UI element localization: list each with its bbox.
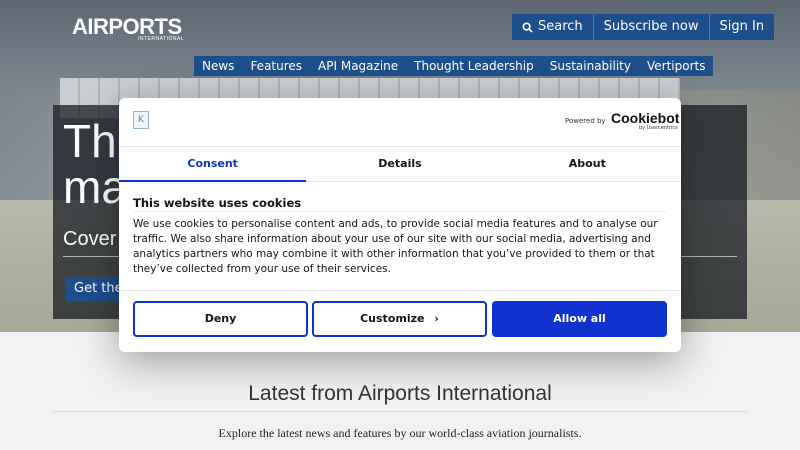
cookie-consent-dialog: K Powered by Cookiebot by Usercentrics C… [119, 98, 681, 352]
customize-button[interactable]: Customize › [312, 301, 487, 337]
consent-divider [133, 211, 667, 212]
tab-about[interactable]: About [494, 147, 681, 181]
usercentrics-label: by Usercentrics [639, 125, 678, 131]
chevron-right-icon: › [434, 312, 439, 325]
allow-all-button[interactable]: Allow all [492, 301, 667, 337]
consent-footer-divider [119, 290, 681, 291]
site-badge-icon: K [133, 111, 149, 129]
customize-label: Customize [360, 312, 425, 325]
consent-tabs: Consent Details About [119, 146, 681, 182]
tab-consent[interactable]: Consent [119, 147, 307, 182]
deny-button[interactable]: Deny [133, 301, 308, 337]
tab-details[interactable]: Details [306, 147, 493, 181]
consent-body-text: We use cookies to personalise content an… [133, 218, 658, 275]
powered-by-label: Powered by [565, 117, 606, 125]
consent-heading: This website uses cookies [133, 196, 302, 210]
cookiebot-logo[interactable]: Cookiebot [611, 110, 679, 126]
